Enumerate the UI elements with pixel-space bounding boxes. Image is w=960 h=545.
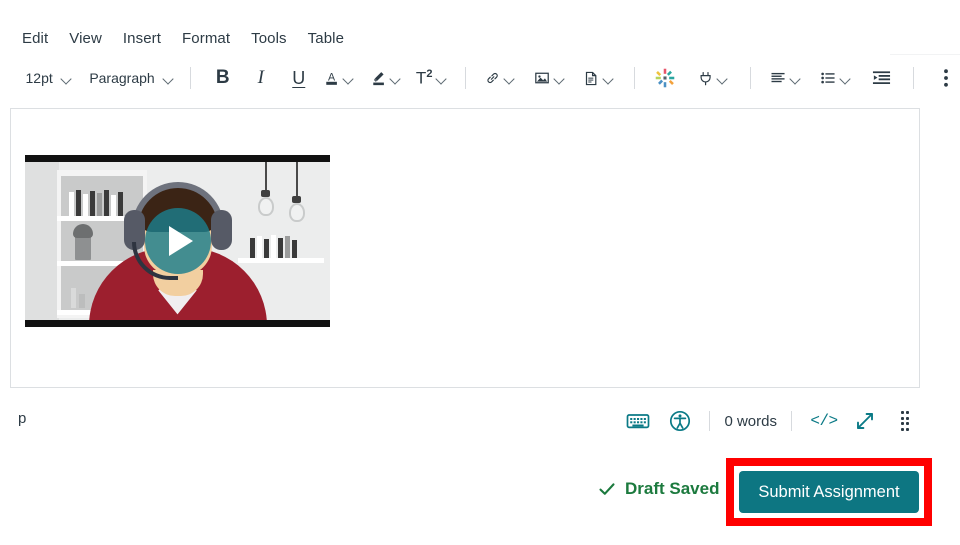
- html-editor-icon: </>: [810, 412, 838, 430]
- insert-link-button[interactable]: [482, 64, 521, 92]
- menubar: Edit View Insert Format Tools Table: [0, 22, 960, 54]
- menu-tools[interactable]: Tools: [251, 28, 297, 49]
- menu-table[interactable]: Table: [308, 28, 354, 49]
- superscript-icon: T2: [415, 67, 433, 88]
- draft-status: Draft Saved: [598, 479, 719, 499]
- editor-statusbar: 0 words </>: [623, 400, 920, 442]
- check-icon: [599, 483, 615, 495]
- toolbar-divider: [749, 67, 751, 89]
- text-highlight-icon: [373, 72, 384, 86]
- resize-handle-icon: [900, 411, 910, 431]
- submit-assignment-label: Submit Assignment: [758, 482, 900, 501]
- video-letterbox-bottom: [25, 320, 330, 327]
- text-color-icon: A: [326, 71, 337, 85]
- chevron-down-icon: [716, 72, 729, 85]
- apps-button[interactable]: [651, 64, 679, 92]
- menu-edit[interactable]: Edit: [22, 28, 58, 49]
- chevron-down-icon: [602, 72, 615, 85]
- rce-editor-screen: Edit View Insert Format Tools Table 12pt…: [0, 0, 960, 545]
- menu-view[interactable]: View: [69, 28, 112, 49]
- chevron-down-icon: [162, 72, 175, 85]
- toolbar-divider: [189, 67, 191, 89]
- accessibility-checker-icon: [670, 410, 691, 432]
- plugins-button[interactable]: [695, 64, 734, 92]
- text-color-button[interactable]: A: [321, 64, 360, 92]
- toolbar-more-button[interactable]: [932, 64, 960, 92]
- indent-button[interactable]: [867, 64, 895, 92]
- menubar-divider: [890, 54, 960, 55]
- align-left-icon: [771, 72, 785, 83]
- resize-handle[interactable]: [890, 406, 920, 436]
- statusbar-divider: [791, 411, 792, 431]
- italic-icon: I: [257, 67, 264, 88]
- chevron-down-icon: [789, 72, 802, 85]
- menu-insert[interactable]: Insert: [123, 28, 171, 49]
- word-count: 0 words: [724, 412, 777, 430]
- toolbar-divider: [465, 67, 467, 89]
- draft-status-label: Draft Saved: [625, 479, 720, 498]
- bulleted-list-icon: [821, 72, 835, 84]
- toolbar-divider: [633, 67, 635, 89]
- toolbar-divider: [913, 67, 915, 89]
- chevron-down-icon: [839, 72, 852, 85]
- fullscreen-button[interactable]: [850, 406, 880, 436]
- play-triangle-icon: [168, 226, 193, 256]
- font-size-value: 12pt: [25, 70, 53, 86]
- indent-increase-icon: [872, 71, 890, 85]
- chevron-down-icon: [342, 72, 355, 85]
- more-options-kebab-icon: [944, 69, 948, 87]
- bulleted-list-button[interactable]: [817, 64, 857, 92]
- statusbar-divider: [709, 411, 711, 431]
- highlight-color-button[interactable]: [368, 64, 407, 92]
- align-button[interactable]: [767, 64, 807, 92]
- superscript-button[interactable]: T2: [415, 64, 451, 92]
- submit-assignment-button[interactable]: Submit Assignment: [739, 471, 919, 513]
- accessibility-checker-button[interactable]: [665, 406, 695, 436]
- block-format-dropdown[interactable]: Paragraph: [86, 64, 174, 92]
- insert-document-button[interactable]: [581, 64, 619, 92]
- menu-format[interactable]: Format: [182, 28, 240, 49]
- insert-image-button[interactable]: [531, 64, 571, 92]
- formatting-toolbar: 12pt Paragraph B I U A T2: [0, 58, 960, 98]
- underline-button[interactable]: U: [285, 64, 313, 92]
- bold-button[interactable]: B: [209, 64, 237, 92]
- chevron-down-icon: [503, 72, 516, 85]
- image-icon: [535, 72, 550, 84]
- play-button[interactable]: [144, 208, 211, 274]
- fullscreen-expand-icon: [857, 413, 873, 429]
- chevron-down-icon: [389, 72, 402, 85]
- plug-icon: [700, 71, 711, 85]
- bold-icon: B: [215, 67, 230, 88]
- document-icon: [586, 71, 597, 85]
- italic-button[interactable]: I: [247, 64, 275, 92]
- chevron-down-icon: [553, 72, 566, 85]
- embedded-video-thumbnail[interactable]: [25, 155, 330, 327]
- link-icon: [487, 72, 498, 84]
- underline-icon: U: [292, 67, 306, 88]
- keyboard-shortcuts-icon: [627, 414, 650, 429]
- apps-sparkle-icon: [655, 68, 675, 88]
- element-path[interactable]: p: [18, 410, 26, 427]
- chevron-down-icon: [435, 72, 448, 85]
- chevron-down-icon: [60, 72, 73, 85]
- headphone-cup-right: [210, 210, 232, 250]
- svg-text:A: A: [328, 71, 336, 83]
- html-editor-button[interactable]: </>: [806, 406, 842, 436]
- video-letterbox-top: [25, 155, 330, 162]
- block-format-value: Paragraph: [89, 70, 155, 86]
- keyboard-shortcuts-button[interactable]: [623, 406, 653, 436]
- font-size-dropdown[interactable]: 12pt: [20, 64, 74, 92]
